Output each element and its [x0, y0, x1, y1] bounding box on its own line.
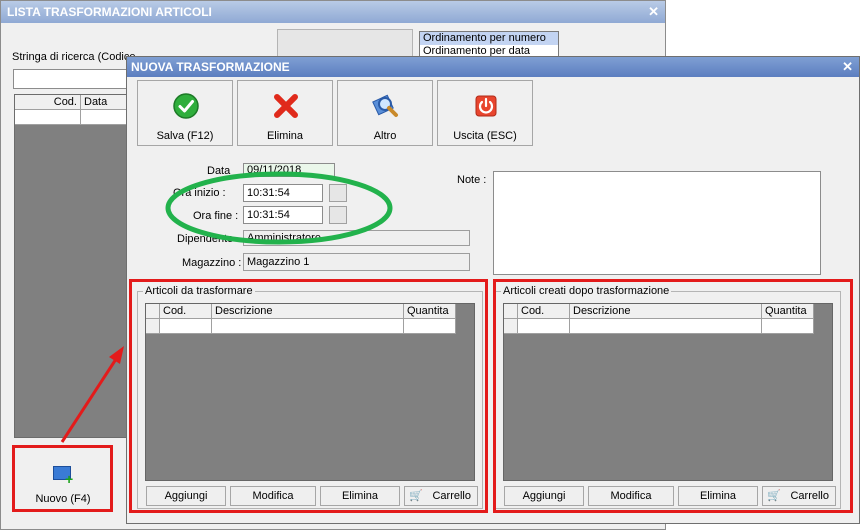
annotation-arrow-head	[109, 346, 124, 364]
annotation-overlay	[60, 171, 393, 443]
annotation-arrow-line	[60, 355, 120, 443]
time-fields-highlight-ellipse	[165, 171, 393, 245]
